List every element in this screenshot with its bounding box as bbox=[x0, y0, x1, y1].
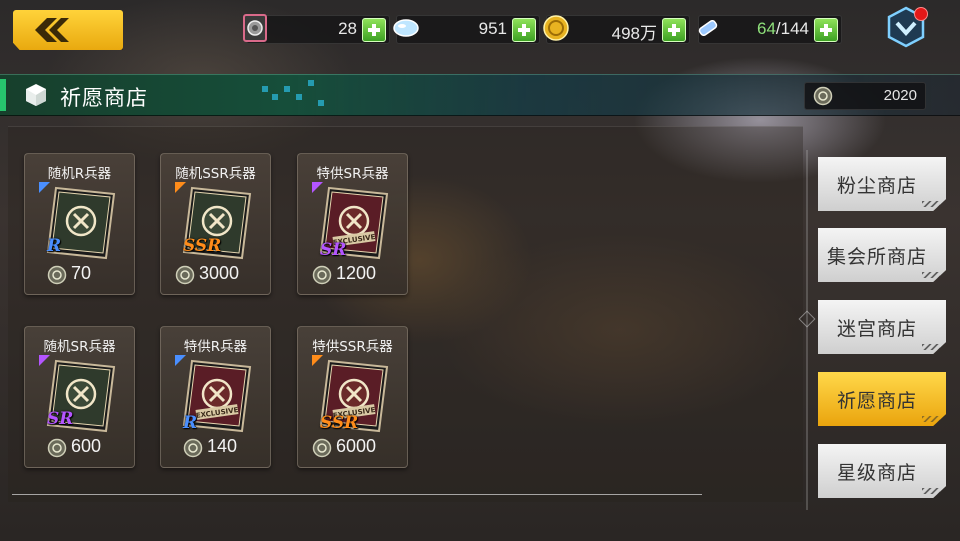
item-price: 70 bbox=[71, 263, 92, 283]
price-row: 70 bbox=[25, 263, 134, 287]
rarity-label: R bbox=[183, 413, 198, 433]
token-counter: 28 bbox=[243, 14, 390, 44]
token-value: 28 bbox=[338, 19, 357, 38]
shop-tab[interactable]: 迷宫商店 bbox=[818, 300, 946, 354]
shop-tab-label: 粉尘商店 bbox=[836, 175, 917, 197]
wish-coin-icon bbox=[47, 438, 67, 458]
decor-pixel bbox=[272, 94, 278, 100]
shop-tab-label: 祈愿商店 bbox=[836, 390, 917, 412]
decor-pixel bbox=[296, 94, 302, 100]
back-button[interactable] bbox=[13, 10, 123, 50]
decor-pixel bbox=[308, 80, 314, 86]
panel-divider bbox=[12, 494, 702, 495]
gold-counter: 498万 bbox=[543, 15, 690, 44]
item-name: 特供SSR兵器 bbox=[312, 339, 393, 355]
rarity-label: SR bbox=[47, 409, 74, 429]
price-row: 3000 bbox=[161, 263, 270, 287]
add-diamond-button[interactable] bbox=[512, 18, 536, 42]
shop-tab[interactable]: 祈愿商店 bbox=[818, 372, 946, 426]
decor-pixel bbox=[262, 86, 268, 92]
add-stamina-button[interactable] bbox=[814, 18, 838, 42]
shop-item-card[interactable]: 特供R兵器 EXCLUSIVE R 140 bbox=[160, 326, 271, 468]
price-row: 600 bbox=[25, 436, 134, 460]
shop-tab-label: 迷宫商店 bbox=[836, 318, 917, 340]
cube-icon bbox=[26, 84, 46, 106]
notification-dot bbox=[914, 7, 928, 21]
gold-value: 498万 bbox=[611, 24, 657, 43]
stamina-max: /144 bbox=[775, 19, 809, 38]
wish-coin-icon bbox=[47, 265, 67, 285]
add-token-button[interactable] bbox=[362, 18, 386, 42]
item-price: 3000 bbox=[199, 263, 240, 283]
wish-coin-icon bbox=[312, 438, 332, 458]
rarity-label: R bbox=[47, 236, 62, 256]
syringe-icon bbox=[698, 19, 718, 37]
stamina-counter: 64/144 bbox=[698, 15, 842, 44]
decor-pixel bbox=[318, 100, 324, 106]
wish-coin-icon bbox=[183, 438, 203, 458]
item-name: 特供SR兵器 bbox=[316, 166, 389, 182]
add-gold-button[interactable] bbox=[662, 18, 686, 42]
shop-item-card[interactable]: 特供SSR兵器 EXCLUSIVE SSR 6000 bbox=[297, 326, 408, 468]
shop-item-card[interactable]: 特供SR兵器 EXCLUSIVE SR 1200 bbox=[297, 153, 408, 295]
shop-tab[interactable]: 星级商店 bbox=[818, 444, 946, 498]
tab-stripes bbox=[922, 272, 940, 278]
wish-coin-icon bbox=[312, 265, 332, 285]
gold-coin-icon bbox=[543, 15, 569, 41]
item-price: 1200 bbox=[336, 263, 377, 283]
item-name: 随机SR兵器 bbox=[43, 339, 116, 355]
page-title: 祈愿商店 bbox=[60, 86, 148, 110]
wish-currency-balance: 2020 bbox=[804, 82, 926, 110]
tab-stripes bbox=[922, 344, 940, 350]
price-row: 140 bbox=[161, 436, 270, 460]
shop-item-card[interactable]: 随机SR兵器 SR 600 bbox=[24, 326, 135, 468]
wish-coin-icon bbox=[813, 86, 833, 106]
diamond-icon bbox=[393, 19, 419, 37]
stamina-value: 64/144 bbox=[757, 19, 809, 39]
decor-pixel bbox=[284, 86, 290, 92]
item-price: 140 bbox=[207, 436, 238, 456]
chevron-left-icon bbox=[35, 18, 69, 42]
tab-stripes bbox=[922, 201, 940, 207]
shop-item-card[interactable]: 随机SSR兵器 SSR 3000 bbox=[160, 153, 271, 295]
item-name: 特供R兵器 bbox=[183, 339, 248, 355]
title-accent bbox=[0, 79, 6, 111]
shop-tab-label: 集会所商店 bbox=[826, 246, 927, 268]
rarity-label: SSR bbox=[183, 236, 222, 256]
rarity-label: SSR bbox=[320, 413, 359, 433]
tab-stripes bbox=[922, 416, 940, 422]
price-row: 6000 bbox=[298, 436, 407, 460]
item-price: 6000 bbox=[336, 436, 377, 456]
diamond-value: 951 bbox=[478, 19, 507, 38]
wish-coin-icon bbox=[175, 265, 195, 285]
stamina-current: 64 bbox=[756, 19, 776, 38]
item-price: 600 bbox=[71, 436, 102, 456]
price-row: 1200 bbox=[298, 263, 407, 287]
tab-stripes bbox=[922, 488, 940, 494]
rarity-label: SR bbox=[320, 240, 347, 260]
item-name: 随机SSR兵器 bbox=[175, 166, 256, 182]
shop-tab-label: 星级商店 bbox=[836, 462, 917, 484]
shop-tab[interactable]: 集会所商店 bbox=[818, 228, 946, 282]
item-name: 随机R兵器 bbox=[47, 166, 112, 182]
shop-tab[interactable]: 粉尘商店 bbox=[818, 157, 946, 211]
tabs-rail bbox=[806, 150, 808, 510]
diamond-counter: 951 bbox=[393, 15, 540, 44]
wish-currency-value: 2020 bbox=[883, 87, 917, 104]
medal-icon bbox=[243, 14, 267, 42]
shop-item-card[interactable]: 随机R兵器 R 70 bbox=[24, 153, 135, 295]
